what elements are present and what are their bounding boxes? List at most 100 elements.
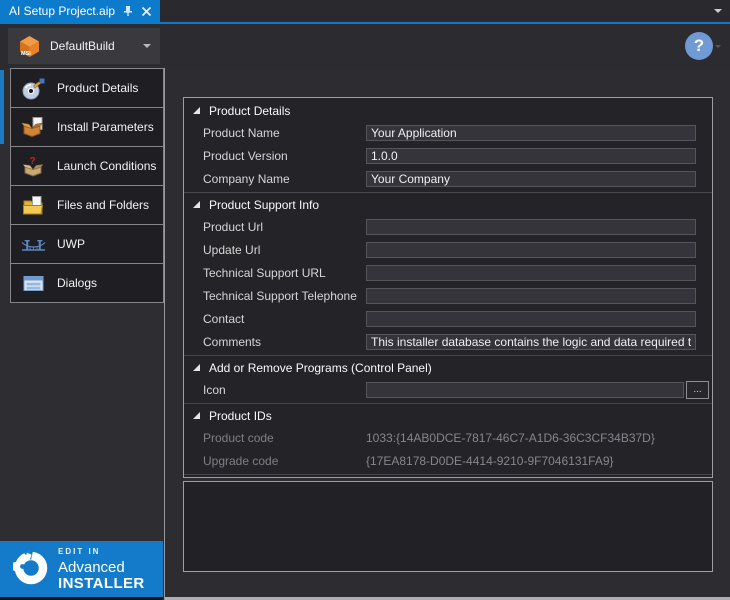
field-row-product-name: Product Name <box>184 121 712 144</box>
svg-text:MSI: MSI <box>21 51 31 57</box>
field-row-technical-support-telephone: Technical Support Telephone <box>184 284 712 307</box>
field-label: Upgrade code <box>203 454 366 468</box>
sidebar-item-list: Product Details Install Parameters ? Lau… <box>10 69 164 303</box>
section-header[interactable]: Add or Remove Programs (Control Panel) <box>184 358 712 378</box>
section-separator <box>184 403 712 404</box>
sidebar-item-label: Dialogs <box>57 276 97 290</box>
field-row-upgrade-code: Upgrade code{17EA8178-D0DE-4414-9210-9F7… <box>184 449 712 472</box>
section-product-support-info: Product Support Info Product Url Update U… <box>184 192 712 353</box>
sidebar-item-label: UWP <box>57 237 85 251</box>
section-add-or-remove-programs-control-panel: Add or Remove Programs (Control Panel) I… <box>184 355 712 401</box>
page-sidebar: Product Details Install Parameters ? Lau… <box>0 68 165 600</box>
field-label: Technical Support URL <box>203 266 366 280</box>
editor-content: Product Details Product Name Product Vers… <box>165 68 730 600</box>
field-row-comments: Comments <box>184 330 712 353</box>
field-label: Product Version <box>203 149 366 163</box>
section-separator <box>184 355 712 356</box>
selected-page-accent-bar <box>0 70 4 144</box>
close-icon[interactable] <box>141 6 152 17</box>
readonly-value-product-code: 1033:{14AB0DCE-7817-46C7-A1D6-36C3CF34B3… <box>366 431 655 445</box>
sidebar-item-label: Install Parameters <box>57 120 154 134</box>
field-label: Comments <box>203 335 366 349</box>
field-label: Icon <box>203 383 366 397</box>
sidebar-item-product-details[interactable]: Product Details <box>10 68 164 108</box>
input-technical-support-url[interactable] <box>366 265 696 281</box>
svg-text:?: ? <box>29 156 35 167</box>
section-product-details: Product Details Product Name Product Vers… <box>184 101 712 190</box>
field-label: Product Url <box>203 220 366 234</box>
install-parameters-icon <box>20 114 46 140</box>
input-technical-support-telephone[interactable] <box>366 288 696 304</box>
field-row-technical-support-url: Technical Support URL <box>184 261 712 284</box>
sidebar-item-label: Product Details <box>57 81 138 95</box>
input-icon[interactable] <box>366 382 684 398</box>
field-row-product-version: Product Version <box>184 144 712 167</box>
input-company-name[interactable] <box>366 171 696 187</box>
property-panel: Product Details Product Name Product Vers… <box>183 97 713 478</box>
build-configuration-dropdown[interactable]: MSI DefaultBuild <box>8 28 160 64</box>
sidebar-item-label: Launch Conditions <box>57 159 156 173</box>
section-separator <box>184 474 712 475</box>
msi-package-icon: MSI <box>17 34 42 59</box>
sidebar-item-launch-conditions[interactable]: ? Launch Conditions <box>10 146 164 186</box>
field-label: Product code <box>203 431 366 445</box>
input-update-url[interactable] <box>366 242 696 258</box>
field-row-company-name: Company Name <box>184 167 712 190</box>
help-button[interactable]: ? <box>685 32 713 60</box>
sidebar-item-uwp[interactable]: UWP <box>10 224 164 264</box>
banner-brand-line2: INSTALLER <box>58 576 145 591</box>
document-tab[interactable]: AI Setup Project.aip <box>0 0 160 22</box>
field-row-product-url: Product Url <box>184 215 712 238</box>
input-product-url[interactable] <box>366 219 696 235</box>
section-header[interactable]: Product Support Info <box>184 195 712 215</box>
files-and-folders-icon <box>20 192 46 218</box>
build-configuration-label: DefaultBuild <box>50 39 135 53</box>
field-label: Update Url <box>203 243 366 257</box>
tab-title: AI Setup Project.aip <box>9 4 115 18</box>
banner-brand-line1: Advanced <box>58 560 145 575</box>
collapse-triangle-icon <box>192 361 201 375</box>
sidebar-item-install-parameters[interactable]: Install Parameters <box>10 107 164 147</box>
banner-edit-in-label: EDIT IN <box>58 548 145 556</box>
input-contact[interactable] <box>366 311 696 327</box>
input-product-version[interactable] <box>366 148 696 164</box>
section-header[interactable]: Product IDs <box>184 406 712 426</box>
question-mark-icon: ? <box>694 36 704 56</box>
section-title: Product Support Info <box>209 198 319 212</box>
collapse-triangle-icon <box>192 104 201 118</box>
edit-in-advanced-installer-banner[interactable]: EDIT IN Advanced INSTALLER <box>0 541 163 597</box>
tab-strip: AI Setup Project.aip <box>0 0 730 22</box>
sidebar-item-files-and-folders[interactable]: Files and Folders <box>10 185 164 225</box>
field-label: Contact <box>203 312 366 326</box>
section-product-ids: Product IDs Product code1033:{14AB0DCE-7… <box>184 403 712 472</box>
dialogs-icon <box>20 270 46 296</box>
pin-icon[interactable] <box>122 5 134 17</box>
section-title: Product IDs <box>209 409 272 423</box>
section-title: Product Details <box>209 104 290 118</box>
readonly-value-upgrade-code: {17EA8178-D0DE-4414-9210-9F7046131FA9} <box>366 454 614 468</box>
field-label: Company Name <box>203 172 366 186</box>
field-row-product-code: Product code1033:{14AB0DCE-7817-46C7-A1D… <box>184 426 712 449</box>
launch-conditions-icon: ? <box>20 153 46 179</box>
chevron-down-icon <box>143 44 151 52</box>
collapse-triangle-icon <box>192 198 201 212</box>
help-dropdown-icon[interactable] <box>715 45 721 51</box>
section-separator <box>184 192 712 193</box>
browse-button[interactable]: ... <box>686 381 709 399</box>
sidebar-item-label: Files and Folders <box>57 198 149 212</box>
collapse-triangle-icon <box>192 409 201 423</box>
input-comments[interactable] <box>366 334 696 350</box>
tab-list-dropdown-icon[interactable] <box>714 9 722 17</box>
toolbar: MSI DefaultBuild ? <box>0 24 730 68</box>
input-product-name[interactable] <box>366 125 696 141</box>
field-row-contact: Contact <box>184 307 712 330</box>
product-details-icon <box>20 75 46 101</box>
field-row-icon: Icon... <box>184 378 712 401</box>
sidebar-item-dialogs[interactable]: Dialogs <box>10 263 164 303</box>
section-header[interactable]: Product Details <box>184 101 712 121</box>
field-label: Product Name <box>203 126 366 140</box>
field-row-update-url: Update Url <box>184 238 712 261</box>
uwp-bridge-icon <box>20 231 46 257</box>
field-label: Technical Support Telephone <box>203 289 366 303</box>
section-title: Add or Remove Programs (Control Panel) <box>209 361 432 375</box>
